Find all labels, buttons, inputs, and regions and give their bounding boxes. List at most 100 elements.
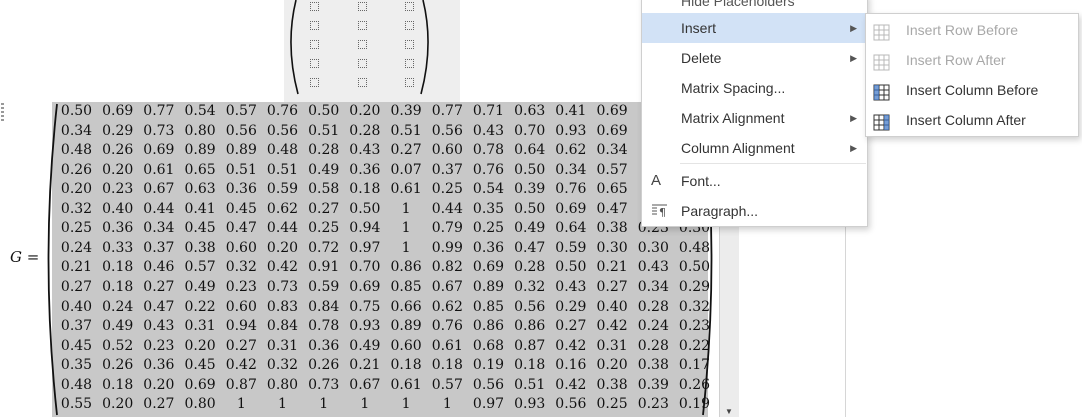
- matrix-cell[interactable]: 0.27: [221, 337, 262, 356]
- matrix-cell[interactable]: 0.54: [180, 102, 221, 121]
- matrix-cell[interactable]: 0.77: [138, 102, 179, 121]
- matrix-cell[interactable]: 0.69: [592, 102, 633, 121]
- matrix-cell[interactable]: 0.82: [427, 258, 468, 277]
- matrix-cell[interactable]: 0.52: [97, 337, 138, 356]
- submenu-item-insert-row-after[interactable]: Insert Row After: [866, 45, 1078, 75]
- matrix-cell[interactable]: 0.25: [56, 219, 97, 238]
- matrix-cell[interactable]: 0.34: [550, 161, 591, 180]
- matrix-cell[interactable]: 0.45: [221, 200, 262, 219]
- matrix-cell[interactable]: 0.24: [56, 239, 97, 258]
- placeholder-box[interactable]: [405, 40, 414, 49]
- matrix-cell[interactable]: 0.30: [592, 239, 633, 258]
- matrix-cell[interactable]: 1: [303, 395, 344, 414]
- matrix-cell[interactable]: 0.20: [262, 239, 303, 258]
- matrix-cell[interactable]: 0.40: [56, 298, 97, 317]
- matrix-cell[interactable]: 0.18: [509, 356, 550, 375]
- matrix-cell[interactable]: 0.26: [56, 161, 97, 180]
- matrix-cell[interactable]: 0.94: [221, 317, 262, 336]
- matrix-cell[interactable]: 0.27: [138, 395, 179, 414]
- matrix-cell[interactable]: 0.07: [386, 161, 427, 180]
- placeholder-box[interactable]: [358, 21, 367, 30]
- matrix-cell[interactable]: 0.24: [633, 317, 674, 336]
- matrix-cell[interactable]: 0.89: [221, 141, 262, 160]
- matrix-cell[interactable]: 0.49: [344, 337, 385, 356]
- matrix-cell[interactable]: 0.26: [97, 356, 138, 375]
- matrix-cell[interactable]: 0.42: [221, 356, 262, 375]
- matrix-cell[interactable]: 0.62: [262, 200, 303, 219]
- matrix-cell[interactable]: 0.43: [633, 258, 674, 277]
- matrix-cell[interactable]: 0.27: [386, 141, 427, 160]
- matrix-cell[interactable]: 0.23: [221, 278, 262, 297]
- matrix-cell[interactable]: 0.44: [138, 200, 179, 219]
- matrix-cell[interactable]: 0.47: [509, 239, 550, 258]
- placeholder-box[interactable]: [310, 40, 319, 49]
- matrix-cell[interactable]: 0.67: [138, 180, 179, 199]
- matrix-cell[interactable]: 0.89: [386, 317, 427, 336]
- matrix-cell[interactable]: 0.51: [262, 161, 303, 180]
- matrix-cell[interactable]: 0.73: [138, 122, 179, 141]
- matrix-cell[interactable]: 0.27: [138, 278, 179, 297]
- matrix-cell[interactable]: 0.36: [303, 337, 344, 356]
- matrix-cell[interactable]: 0.48: [674, 239, 715, 258]
- matrix-cell[interactable]: 0.16: [550, 356, 591, 375]
- matrix-cell[interactable]: 0.76: [262, 102, 303, 121]
- matrix-cell[interactable]: 0.69: [180, 376, 221, 395]
- matrix-g[interactable]: 0.50 0.69 0.77 0.54 0.57 0.76 0.50 0.20 0.39 0.77…: [44, 102, 716, 417]
- matrix-cell[interactable]: 0.20: [592, 356, 633, 375]
- matrix-cell[interactable]: 0.69: [138, 141, 179, 160]
- matrix-cell[interactable]: 0.32: [262, 356, 303, 375]
- matrix-cell[interactable]: 0.78: [468, 141, 509, 160]
- matrix-cell[interactable]: 0.17: [674, 356, 715, 375]
- matrix-cell[interactable]: 0.54: [468, 180, 509, 199]
- matrix-cell[interactable]: 0.37: [56, 317, 97, 336]
- matrix-cell[interactable]: 0.23: [633, 395, 674, 414]
- matrix-cell[interactable]: 0.32: [674, 298, 715, 317]
- matrix-cell[interactable]: 0.38: [633, 356, 674, 375]
- matrix-cell[interactable]: 0.40: [592, 298, 633, 317]
- placeholder-matrix[interactable]: ▼: [284, 0, 744, 102]
- placeholder-box[interactable]: [405, 2, 414, 11]
- matrix-cell[interactable]: 0.62: [550, 141, 591, 160]
- matrix-cell[interactable]: 0.32: [509, 278, 550, 297]
- placeholder-box[interactable]: [405, 78, 414, 87]
- matrix-cell[interactable]: 0.38: [592, 376, 633, 395]
- matrix-cell[interactable]: 0.65: [592, 180, 633, 199]
- submenu-item-insert-column-before[interactable]: Insert Column Before: [866, 75, 1078, 105]
- menu-item-font[interactable]: A Font...: [642, 166, 867, 196]
- matrix-cell[interactable]: 0.50: [550, 258, 591, 277]
- matrix-cell[interactable]: 0.44: [427, 200, 468, 219]
- matrix-cell[interactable]: 0.23: [674, 317, 715, 336]
- matrix-cell[interactable]: 0.51: [303, 122, 344, 141]
- matrix-cell[interactable]: 0.69: [592, 122, 633, 141]
- matrix-cell[interactable]: 0.18: [386, 356, 427, 375]
- matrix-cell[interactable]: 0.32: [56, 200, 97, 219]
- matrix-cell[interactable]: 0.41: [180, 200, 221, 219]
- matrix-cell[interactable]: 0.28: [344, 122, 385, 141]
- matrix-cell[interactable]: 0.75: [344, 298, 385, 317]
- matrix-cell[interactable]: 0.41: [550, 102, 591, 121]
- menu-item-matrix-spacing[interactable]: Matrix Spacing...: [642, 73, 867, 103]
- matrix-cell[interactable]: 0.56: [262, 122, 303, 141]
- matrix-cell[interactable]: 0.89: [180, 141, 221, 160]
- matrix-cell[interactable]: 0.43: [344, 141, 385, 160]
- scroll-down-icon[interactable]: ▼: [725, 407, 733, 416]
- matrix-cell[interactable]: 0.43: [550, 278, 591, 297]
- matrix-cell[interactable]: 0.39: [633, 376, 674, 395]
- matrix-cell[interactable]: 0.61: [386, 180, 427, 199]
- matrix-cell[interactable]: 0.34: [138, 219, 179, 238]
- matrix-cell[interactable]: 0.43: [138, 317, 179, 336]
- matrix-cell[interactable]: 0.18: [97, 376, 138, 395]
- menu-item-paragraph[interactable]: ¶ Paragraph...: [642, 196, 867, 226]
- matrix-cell[interactable]: 0.23: [138, 337, 179, 356]
- matrix-cell[interactable]: 0.60: [221, 298, 262, 317]
- matrix-cell[interactable]: 0.76: [468, 161, 509, 180]
- matrix-cell[interactable]: 0.42: [550, 337, 591, 356]
- matrix-cell[interactable]: 0.87: [509, 337, 550, 356]
- matrix-cell[interactable]: 0.56: [509, 298, 550, 317]
- matrix-cell[interactable]: 1: [344, 395, 385, 414]
- matrix-cell[interactable]: 0.66: [386, 298, 427, 317]
- matrix-cell[interactable]: 0.56: [221, 122, 262, 141]
- matrix-cell[interactable]: 0.18: [97, 258, 138, 277]
- matrix-cell[interactable]: 0.76: [427, 317, 468, 336]
- matrix-cell[interactable]: 0.87: [221, 376, 262, 395]
